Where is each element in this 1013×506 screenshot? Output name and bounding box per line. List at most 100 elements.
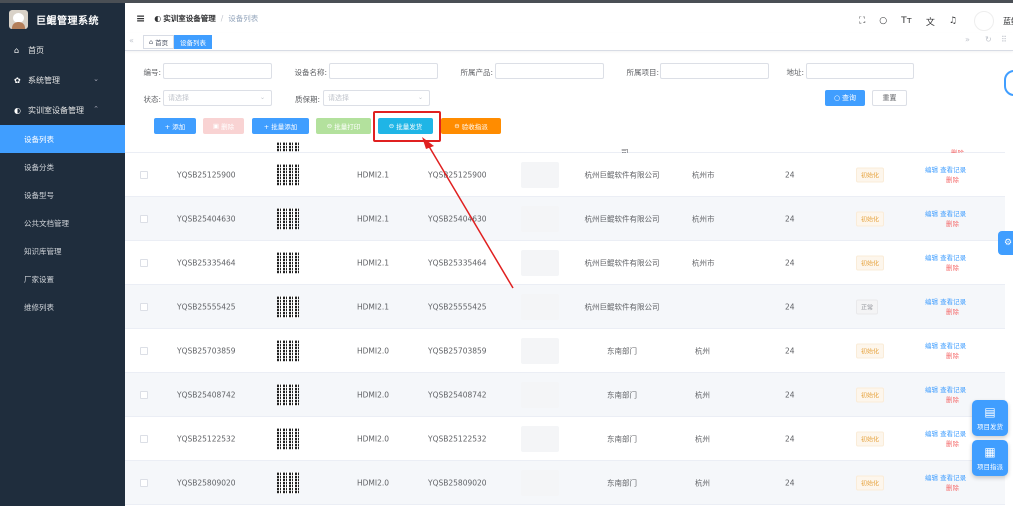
row-checkbox[interactable] [140, 302, 148, 311]
delete-link[interactable]: 删除 [946, 483, 966, 493]
view-records-link[interactable]: 查看记录 [940, 210, 966, 218]
serial-cell: YQSB25122532 [428, 434, 487, 443]
status-badge: 初始化 [856, 211, 885, 226]
breadcrumb-item[interactable]: 实训室设备管理 [163, 13, 216, 24]
project-ship-float-button[interactable]: ▤ 项目发货 [972, 400, 1008, 436]
avatar[interactable] [974, 11, 994, 31]
search-icon[interactable]: ○ [879, 16, 887, 26]
model-cell: HDMI2.0 [357, 478, 390, 487]
sidebar-item-knowledge-base[interactable]: 知识库管理 [0, 237, 125, 265]
sidebar-item-lab-devices[interactable]: ◐ 实训室设备管理 ⌃ [0, 95, 125, 125]
project-assign-float-button[interactable]: ▦ 项目指派 [972, 440, 1008, 476]
accept-assign-button[interactable]: ⊖ 验收指派 [441, 118, 501, 134]
delete-link[interactable]: 删除 [946, 395, 966, 405]
edit-link[interactable]: 编辑 [925, 430, 938, 438]
reset-button[interactable]: 重置 [872, 90, 907, 106]
edit-link[interactable]: 编辑 [925, 386, 938, 394]
device-icon: ◐ [154, 13, 162, 23]
submenu: 设备列表 设备分类 设备型号 公共文档管理 知识库管理 厂家设置 维修列表 [0, 125, 125, 321]
row-checkbox[interactable] [140, 346, 148, 355]
delete-link[interactable]: 删除 [946, 351, 966, 361]
batch-print-button[interactable]: ⊖ 批量打印 [316, 118, 371, 134]
warranty-label: 质保期: [294, 95, 320, 104]
table-row: YQSB25555425 HDMI2.1 YQSB25555425 杭州巨鲲软件有限公… [125, 285, 1005, 329]
row-actions: 编辑 查看记录 删除 [925, 385, 966, 405]
view-records-link[interactable]: 查看记录 [940, 298, 966, 306]
hamburger-icon[interactable]: ≡ [136, 12, 145, 25]
code-input[interactable] [163, 63, 272, 79]
row-checkbox[interactable] [140, 258, 148, 267]
sidebar-item-device-model[interactable]: 设备型号 [0, 181, 125, 209]
bell-icon[interactable]: ♫ [949, 16, 957, 26]
delete-button-label: 删除 [221, 123, 235, 131]
model-cell: HDMI2.1 [357, 302, 390, 311]
add-button[interactable]: + 添加 [154, 118, 196, 134]
row-checkbox[interactable] [140, 214, 148, 223]
user-name[interactable]: 蓝鲲 [1003, 16, 1013, 27]
project-label: 所属项目: [626, 68, 659, 77]
settings-gear-tab[interactable]: ⚙ [998, 231, 1013, 255]
row-checkbox[interactable] [140, 390, 148, 399]
delete-link[interactable]: 删除 [946, 263, 966, 273]
warranty-select[interactable]: 请选择 ⌄ [323, 90, 430, 106]
serial-cell: YQSB25125900 [428, 170, 487, 179]
row-checkbox[interactable] [140, 478, 148, 487]
device-image [521, 425, 559, 452]
tag-home[interactable]: ⌂ 首页 [143, 35, 175, 49]
delete-link[interactable]: 删除 [946, 219, 966, 229]
qr-code [277, 295, 299, 318]
view-records-link[interactable]: 查看记录 [940, 254, 966, 262]
row-actions: 编辑 查看记录 删除 [925, 341, 966, 361]
view-records-link[interactable]: 查看记录 [940, 430, 966, 438]
project-input[interactable] [660, 63, 769, 79]
edit-link[interactable]: 编辑 [925, 474, 938, 482]
sidebar-item-home[interactable]: ⌂ 首页 [0, 36, 125, 65]
chevron-down-icon: ⌄ [93, 75, 99, 83]
fullscreen-icon[interactable]: ⛶ [859, 16, 865, 26]
row-actions: 编辑 查看记录 删除 [925, 165, 966, 185]
navbar-tools: ⛶ ○ Tт 文 ♫ 蓝鲲 [852, 6, 1013, 36]
edit-link[interactable]: 编辑 [925, 210, 938, 218]
batch-add-button[interactable]: + 批量添加 [252, 118, 309, 134]
edge-circle-widget[interactable] [1004, 70, 1013, 96]
serial-cell: YQSB25555425 [428, 302, 487, 311]
address-input[interactable] [806, 63, 914, 79]
sidebar-item-repair-list[interactable]: 维修列表 [0, 293, 125, 321]
scroll-left-icon[interactable]: « [129, 36, 134, 45]
sidebar-item-system[interactable]: ✿ 系统管理 ⌄ [0, 65, 125, 95]
delete-button[interactable]: ▣ 删除 [203, 118, 244, 134]
delete-link[interactable]: 删除 [946, 439, 966, 449]
chevron-up-icon: ⌃ [93, 105, 99, 113]
table-row: YQSB25122532 HDMI2.0 YQSB25122532 东南部门 杭州 24 初… [125, 417, 1005, 461]
sidebar-item-device-category[interactable]: 设备分类 [0, 153, 125, 181]
status-select[interactable]: 请选择 ⌄ [163, 90, 272, 106]
view-records-link[interactable]: 查看记录 [940, 386, 966, 394]
query-button[interactable]: ○ 查询 [825, 90, 865, 106]
printer-icon: ⊖ [326, 122, 333, 130]
view-records-link[interactable]: 查看记录 [940, 342, 966, 350]
logo-row[interactable]: 巨鲲管理系统 [0, 0, 125, 36]
scroll-right-icon[interactable]: » [965, 35, 970, 44]
code-cell: YQSB25404630 [177, 214, 236, 223]
edit-link[interactable]: 编辑 [925, 342, 938, 350]
sidebar-item-public-docs[interactable]: 公共文档管理 [0, 209, 125, 237]
view-records-link[interactable]: 查看记录 [940, 166, 966, 174]
grid-icon[interactable]: ⠿ [1001, 35, 1007, 44]
translate-icon[interactable]: 文 [926, 15, 935, 28]
delete-link[interactable]: 删除 [946, 307, 966, 317]
tag-device-list[interactable]: 设备列表 [174, 35, 212, 49]
edit-link[interactable]: 编辑 [925, 298, 938, 306]
product-input[interactable] [495, 63, 604, 79]
row-checkbox[interactable] [140, 170, 148, 179]
delete-link[interactable]: 删除 [946, 175, 966, 185]
edit-link[interactable]: 编辑 [925, 166, 938, 174]
refresh-icon[interactable]: ↻ [985, 35, 992, 44]
sidebar-item-device-list[interactable]: 设备列表 [0, 125, 125, 153]
sidebar-item-vendor-settings[interactable]: 厂家设置 [0, 265, 125, 293]
edit-link[interactable]: 编辑 [925, 254, 938, 262]
row-checkbox[interactable] [140, 434, 148, 443]
device-name-input[interactable] [329, 63, 438, 79]
view-records-link[interactable]: 查看记录 [940, 474, 966, 482]
font-size-icon[interactable]: Tт [901, 16, 912, 26]
gear-icon: ✿ [14, 75, 21, 85]
